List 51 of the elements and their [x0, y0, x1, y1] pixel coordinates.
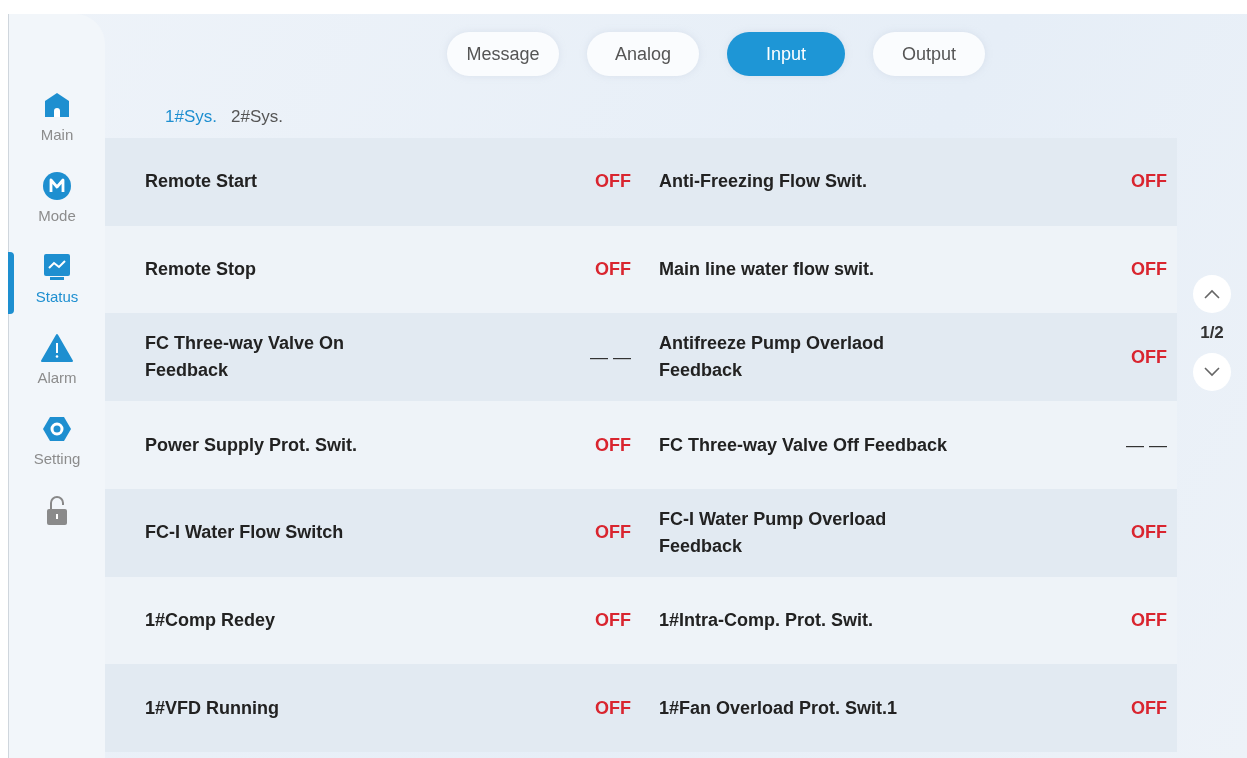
page-indicator: 1/2 [1200, 323, 1224, 343]
tab[interactable]: Output [873, 32, 985, 76]
chevron-down-icon [1203, 366, 1221, 378]
tab[interactable]: Input [727, 32, 845, 76]
input-value: OFF [594, 522, 631, 544]
nav-item[interactable]: Mode [17, 167, 97, 228]
input-value: OFF [1130, 259, 1167, 281]
input-value: OFF [1130, 171, 1167, 193]
chevron-up-icon [1203, 288, 1221, 300]
input-name: Antifreeze Pump Overlaod Feedback [659, 332, 886, 383]
input-name: Anti-Freezing Flow Swit. [659, 170, 868, 194]
input-name: FC-I Water Pump Overload Feedback [659, 507, 888, 558]
input-value: OFF [1130, 346, 1167, 368]
input-name: 1#Comp Redey [145, 608, 277, 632]
nav-item[interactable]: Alarm [17, 329, 97, 390]
input-value: — — [1125, 434, 1167, 456]
input-value: OFF [1130, 609, 1167, 631]
monitor-chart-icon [42, 252, 72, 282]
input-name: FC-I Water Flow Switch [145, 521, 345, 545]
input-value: OFF [594, 609, 631, 631]
settings-icon [42, 414, 72, 444]
input-value: OFF [1130, 522, 1167, 544]
system-tab[interactable]: 2#Sys. [231, 107, 283, 127]
nav-item[interactable]: Setting [17, 410, 97, 471]
page-up-button[interactable] [1193, 275, 1231, 313]
warning-icon [41, 333, 73, 363]
input-name: Remote Start [145, 170, 259, 194]
input-value: OFF [594, 171, 631, 193]
input-name: FC Three-way Valve Off Feedback [659, 433, 949, 457]
nav-item[interactable]: Status [17, 248, 97, 309]
system-tab[interactable]: 1#Sys. [165, 107, 217, 127]
page-down-button[interactable] [1193, 353, 1231, 391]
input-name: Main line water flow swit. [659, 258, 876, 282]
input-value: OFF [1130, 697, 1167, 719]
input-name: Power Supply Prot. Swit. [145, 433, 359, 457]
input-value: OFF [594, 434, 631, 456]
tab[interactable]: Message [447, 32, 559, 76]
input-value: OFF [594, 697, 631, 719]
home-icon [42, 90, 72, 120]
mode-icon [42, 171, 72, 201]
input-name: 1#Intra-Comp. Prot. Swit. [659, 608, 875, 632]
input-name: 1#Fan Overload Prot. Swit.1 [659, 696, 899, 720]
nav-item[interactable]: Main [17, 86, 97, 147]
input-value: OFF [594, 259, 631, 281]
tab[interactable]: Analog [587, 32, 699, 76]
active-marker [8, 252, 14, 314]
lock-icon [44, 495, 70, 527]
input-value: — — [589, 346, 631, 368]
input-name: FC Three-way Valve On Feedback [145, 332, 346, 383]
input-name: 1#VFD Running [145, 696, 280, 720]
input-name: Remote Stop [145, 258, 257, 282]
